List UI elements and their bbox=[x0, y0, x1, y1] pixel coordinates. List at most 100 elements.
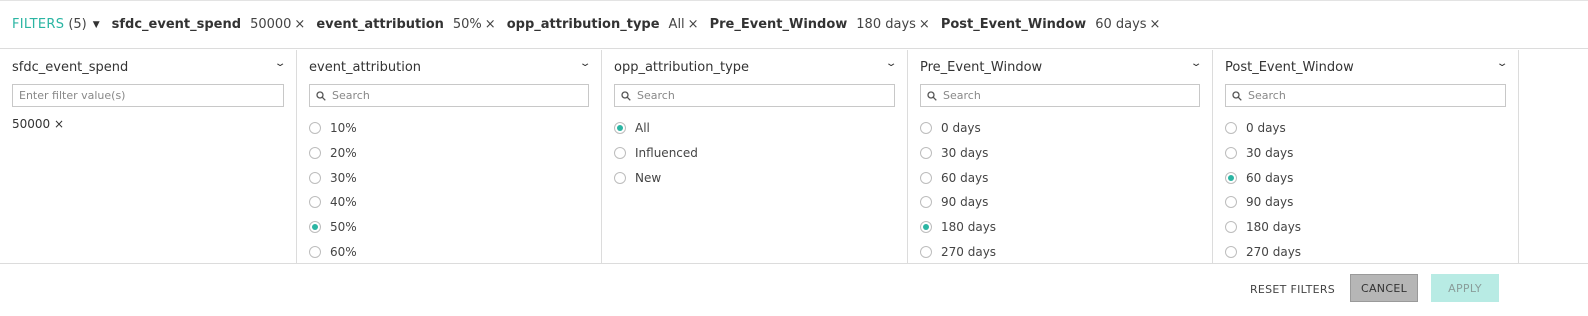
panel-title: sfdc_event_spend bbox=[12, 60, 129, 75]
chevron-down-icon[interactable]: ⌄ bbox=[1496, 58, 1509, 69]
radio-option[interactable]: 60 days bbox=[1225, 165, 1301, 190]
radio-option[interactable]: 90 days bbox=[920, 190, 996, 215]
radio-unchecked-icon[interactable] bbox=[1225, 221, 1237, 234]
radio-option[interactable]: All bbox=[614, 116, 698, 141]
radio-label: 30% bbox=[330, 170, 357, 185]
chip-name: opp_attribution_type bbox=[506, 17, 660, 32]
search-field[interactable] bbox=[309, 84, 589, 107]
panel-header[interactable]: sfdc_event_spend ⌄ bbox=[12, 58, 287, 78]
filter-chip-opp-attribution-type: opp_attribution_type All × bbox=[507, 17, 699, 32]
search-field[interactable] bbox=[1225, 84, 1506, 107]
radio-checked-icon[interactable] bbox=[614, 122, 626, 135]
search-field[interactable] bbox=[614, 84, 895, 107]
search-input[interactable] bbox=[326, 85, 588, 106]
radio-option[interactable]: 10% bbox=[309, 116, 357, 141]
radio-label: 180 days bbox=[1246, 220, 1302, 235]
radio-unchecked-icon[interactable] bbox=[1225, 196, 1237, 209]
radio-unchecked-icon[interactable] bbox=[920, 122, 932, 135]
radio-label: New bbox=[635, 170, 662, 185]
radio-option[interactable]: 0 days bbox=[920, 116, 996, 141]
filter-value-field[interactable] bbox=[12, 84, 284, 107]
radio-checked-icon[interactable] bbox=[1225, 171, 1237, 184]
chevron-down-icon[interactable]: ⌄ bbox=[274, 58, 287, 69]
panel-event-attribution: event_attribution ⌄ 10% 20% 30% 40% 50% 60% bbox=[297, 50, 602, 263]
panel-header[interactable]: opp_attribution_type ⌄ bbox=[614, 58, 898, 78]
remove-chip-icon[interactable]: × bbox=[919, 17, 930, 32]
chevron-down-icon[interactable]: ⌄ bbox=[579, 58, 592, 69]
radio-option[interactable]: New bbox=[614, 165, 698, 190]
radio-unchecked-icon[interactable] bbox=[614, 147, 626, 160]
filters-count: (5) bbox=[68, 17, 87, 32]
chevron-down-icon[interactable]: ⌄ bbox=[885, 58, 898, 69]
radio-option[interactable]: 270 days bbox=[1225, 239, 1301, 264]
filter-value-input[interactable] bbox=[13, 85, 283, 106]
radio-option[interactable]: 90 days bbox=[1225, 190, 1301, 215]
panel-title: Post_Event_Window bbox=[1225, 60, 1354, 75]
chip-value: 50% bbox=[452, 17, 482, 32]
filters-dropdown-icon[interactable]: ▼ bbox=[93, 20, 100, 30]
apply-button[interactable]: APPLY bbox=[1431, 274, 1499, 302]
radio-unchecked-icon[interactable] bbox=[1225, 245, 1237, 258]
radio-unchecked-icon[interactable] bbox=[1225, 122, 1237, 135]
radio-checked-icon[interactable] bbox=[920, 221, 932, 234]
chip-value: 50000 bbox=[250, 17, 292, 32]
radio-option[interactable]: 40% bbox=[309, 190, 357, 215]
radio-option[interactable]: 20% bbox=[309, 141, 357, 166]
radio-option[interactable]: 60 days bbox=[920, 165, 996, 190]
search-input[interactable] bbox=[937, 85, 1199, 106]
options-list: 0 days 30 days 60 days 90 days 180 days 270 d… bbox=[920, 116, 996, 264]
radio-unchecked-icon[interactable] bbox=[309, 147, 321, 160]
radio-label: 30 days bbox=[1246, 146, 1294, 161]
reset-filters-button[interactable]: RESET FILTERS bbox=[1240, 278, 1345, 300]
radio-label: 180 days bbox=[941, 220, 997, 235]
radio-label: 0 days bbox=[1246, 121, 1286, 136]
chip-name: Pre_Event_Window bbox=[709, 17, 848, 32]
radio-option[interactable]: 0 days bbox=[1225, 116, 1301, 141]
filter-chip-event-attribution: event_attribution 50% × bbox=[316, 17, 495, 32]
radio-option[interactable]: 180 days bbox=[920, 215, 996, 240]
cancel-button[interactable]: CANCEL bbox=[1350, 274, 1418, 302]
search-input[interactable] bbox=[631, 85, 894, 106]
footer: RESET FILTERS CANCEL APPLY bbox=[0, 264, 1588, 316]
remove-chip-icon[interactable]: × bbox=[1150, 17, 1161, 32]
radio-option[interactable]: 30 days bbox=[1225, 141, 1301, 166]
search-field[interactable] bbox=[920, 84, 1200, 107]
selected-value-tag[interactable]: 50000 × bbox=[12, 117, 64, 131]
chip-name: sfdc_event_spend bbox=[111, 17, 242, 32]
radio-label: 30 days bbox=[941, 146, 989, 161]
radio-option[interactable]: Influenced bbox=[614, 141, 698, 166]
radio-unchecked-icon[interactable] bbox=[920, 171, 932, 184]
radio-option[interactable]: 30 days bbox=[920, 141, 996, 166]
remove-chip-icon[interactable]: × bbox=[688, 17, 699, 32]
filter-panels: sfdc_event_spend ⌄ 50000 × event_attribu… bbox=[0, 50, 1588, 264]
radio-option[interactable]: 60% bbox=[309, 239, 357, 264]
radio-unchecked-icon[interactable] bbox=[614, 171, 626, 184]
radio-unchecked-icon[interactable] bbox=[1225, 147, 1237, 160]
radio-unchecked-icon[interactable] bbox=[920, 147, 932, 160]
radio-label: 20% bbox=[330, 146, 357, 161]
radio-option[interactable]: 180 days bbox=[1225, 215, 1301, 240]
filter-chip-sfdc-event-spend: sfdc_event_spend 50000 × bbox=[112, 17, 306, 32]
radio-checked-icon[interactable] bbox=[309, 221, 321, 234]
radio-label: 90 days bbox=[1246, 195, 1294, 210]
panel-header[interactable]: Post_Event_Window ⌄ bbox=[1225, 58, 1509, 78]
panel-header[interactable]: event_attribution ⌄ bbox=[309, 58, 592, 78]
search-input[interactable] bbox=[1242, 85, 1505, 106]
radio-unchecked-icon[interactable] bbox=[920, 245, 932, 258]
remove-chip-icon[interactable]: × bbox=[485, 17, 496, 32]
chip-name: event_attribution bbox=[316, 17, 444, 32]
radio-unchecked-icon[interactable] bbox=[309, 122, 321, 135]
radio-label: 270 days bbox=[1246, 244, 1302, 259]
radio-unchecked-icon[interactable] bbox=[920, 196, 932, 209]
radio-unchecked-icon[interactable] bbox=[309, 245, 321, 258]
chip-value: 60 days bbox=[1095, 17, 1147, 32]
radio-unchecked-icon[interactable] bbox=[309, 171, 321, 184]
chevron-down-icon[interactable]: ⌄ bbox=[1190, 58, 1203, 69]
remove-chip-icon[interactable]: × bbox=[294, 17, 305, 32]
radio-label: 50% bbox=[330, 220, 357, 235]
radio-option[interactable]: 50% bbox=[309, 215, 357, 240]
radio-option[interactable]: 270 days bbox=[920, 239, 996, 264]
radio-unchecked-icon[interactable] bbox=[309, 196, 321, 209]
radio-option[interactable]: 30% bbox=[309, 165, 357, 190]
panel-header[interactable]: Pre_Event_Window ⌄ bbox=[920, 58, 1203, 78]
